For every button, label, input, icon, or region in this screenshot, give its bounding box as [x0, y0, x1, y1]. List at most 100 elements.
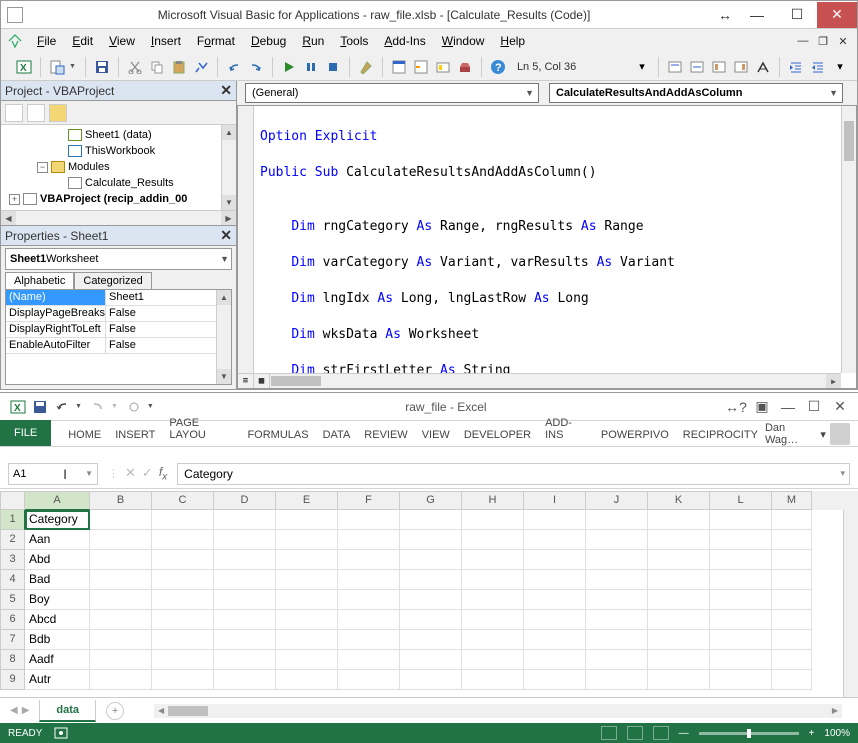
cell[interactable]	[338, 590, 400, 610]
cell[interactable]	[276, 650, 338, 670]
cell[interactable]: Aan	[25, 530, 90, 550]
tab-formulas[interactable]: FORMULAS	[240, 424, 315, 446]
cell[interactable]	[586, 630, 648, 650]
insert-function-icon[interactable]: fx	[159, 465, 167, 482]
cell[interactable]	[152, 510, 214, 530]
copy-icon[interactable]	[148, 58, 166, 76]
cell[interactable]: Autr	[25, 670, 90, 690]
cell[interactable]	[710, 670, 772, 690]
tab-developer[interactable]: DEVELOPER	[457, 424, 538, 446]
row-header[interactable]: 2	[0, 530, 25, 550]
cell[interactable]	[648, 670, 710, 690]
code-procedure-combo[interactable]: CalculateResultsAndAddAsColumn▼	[549, 83, 843, 103]
cell[interactable]	[772, 670, 812, 690]
cell[interactable]: Category	[25, 510, 90, 530]
cell[interactable]	[710, 650, 772, 670]
cell[interactable]	[648, 570, 710, 590]
cell[interactable]: Aadf	[25, 650, 90, 670]
procedure-view-icon[interactable]: ≡	[238, 374, 254, 388]
cell[interactable]	[152, 590, 214, 610]
cell[interactable]	[400, 550, 462, 570]
cell[interactable]	[524, 610, 586, 630]
cell[interactable]	[710, 630, 772, 650]
cell[interactable]	[772, 590, 812, 610]
code-minimize-button[interactable]: —	[795, 33, 811, 49]
cell[interactable]	[152, 630, 214, 650]
find-icon[interactable]	[192, 58, 210, 76]
cut-icon[interactable]	[126, 58, 144, 76]
cell[interactable]	[524, 510, 586, 530]
properties-pane-close-icon[interactable]: ✕	[220, 227, 232, 244]
tab-view[interactable]: VIEW	[415, 424, 457, 446]
cell[interactable]	[276, 550, 338, 570]
tree-expand-icon[interactable]: +	[9, 194, 20, 205]
cell[interactable]	[586, 550, 648, 570]
cell[interactable]	[772, 550, 812, 570]
column-header[interactable]: B	[90, 491, 152, 510]
outdent-icon[interactable]	[809, 58, 827, 76]
chevron-down-icon[interactable]: ▼	[829, 88, 838, 98]
add-sheet-button[interactable]: +	[106, 702, 124, 720]
properties-window-icon[interactable]	[412, 58, 430, 76]
cell[interactable]	[586, 670, 648, 690]
page-layout-view-icon[interactable]	[627, 726, 643, 740]
cell[interactable]	[524, 570, 586, 590]
column-header[interactable]: G	[400, 491, 462, 510]
tab-alphabetic[interactable]: Alphabetic	[5, 272, 74, 289]
cell[interactable]	[586, 570, 648, 590]
view-code-icon[interactable]	[5, 104, 23, 122]
cell[interactable]	[276, 670, 338, 690]
properties-grid[interactable]: (Name)Sheet1DisplayPageBreaksFalseDispla…	[5, 289, 232, 385]
menu-insert[interactable]: Insert	[143, 31, 189, 51]
tab-addins[interactable]: ADD-INS	[538, 412, 594, 446]
cell[interactable]	[400, 650, 462, 670]
zoom-in-button[interactable]: +	[809, 728, 815, 739]
user-avatar-icon[interactable]	[830, 423, 850, 445]
cell[interactable]	[710, 510, 772, 530]
column-header[interactable]: A	[25, 491, 90, 510]
cell[interactable]	[462, 650, 524, 670]
cell[interactable]: Boy	[25, 590, 90, 610]
edit-tb-4-icon[interactable]	[732, 58, 750, 76]
chevron-down-icon[interactable]: ▼	[220, 254, 229, 264]
project-tree[interactable]: Sheet1 (data) ThisWorkbook −Modules Calc…	[1, 125, 236, 225]
excel-app-icon[interactable]: X	[10, 399, 26, 415]
tree-thisworkbook[interactable]: ThisWorkbook	[85, 145, 155, 157]
tab-insert[interactable]: INSERT	[108, 424, 162, 446]
cell[interactable]	[648, 530, 710, 550]
cell[interactable]	[276, 590, 338, 610]
cell[interactable]	[276, 510, 338, 530]
reset-icon[interactable]	[324, 58, 342, 76]
cell[interactable]	[214, 670, 276, 690]
tab-review[interactable]: REVIEW	[357, 424, 414, 446]
properties-vscrollbar[interactable]: ▲▼	[216, 290, 231, 384]
cell[interactable]	[276, 530, 338, 550]
cell[interactable]	[586, 510, 648, 530]
column-header[interactable]: E	[276, 491, 338, 510]
cell[interactable]: Bdb	[25, 630, 90, 650]
cell[interactable]	[400, 610, 462, 630]
edit-tb-2-icon[interactable]	[688, 58, 706, 76]
sheet-hscrollbar[interactable]: ◀▶	[154, 704, 842, 718]
tab-reciprocity[interactable]: RECIPROCITY	[676, 424, 765, 446]
tab-powerpivot[interactable]: POWERPIVO	[594, 424, 676, 446]
formula-expand-icon[interactable]: ▾	[840, 468, 845, 479]
cell[interactable]	[338, 670, 400, 690]
tab-page-layout[interactable]: PAGE LAYOU	[162, 412, 240, 446]
menu-file[interactable]: FFileile	[29, 31, 64, 51]
cell[interactable]	[152, 650, 214, 670]
redo-icon[interactable]	[247, 58, 265, 76]
cancel-formula-icon[interactable]: ✕	[125, 465, 136, 481]
menu-help[interactable]: Help	[492, 31, 533, 51]
cell[interactable]	[710, 590, 772, 610]
page-break-view-icon[interactable]	[653, 726, 669, 740]
cell[interactable]	[338, 550, 400, 570]
cell[interactable]	[338, 610, 400, 630]
object-browser-icon[interactable]	[434, 58, 452, 76]
grid-vscrollbar[interactable]	[843, 510, 858, 697]
property-row[interactable]: EnableAutoFilterFalse	[6, 338, 231, 354]
cell[interactable]	[90, 630, 152, 650]
excel-ribbon-options-icon[interactable]: ▣	[752, 397, 772, 417]
cell[interactable]: Bad	[25, 570, 90, 590]
cell[interactable]	[462, 570, 524, 590]
